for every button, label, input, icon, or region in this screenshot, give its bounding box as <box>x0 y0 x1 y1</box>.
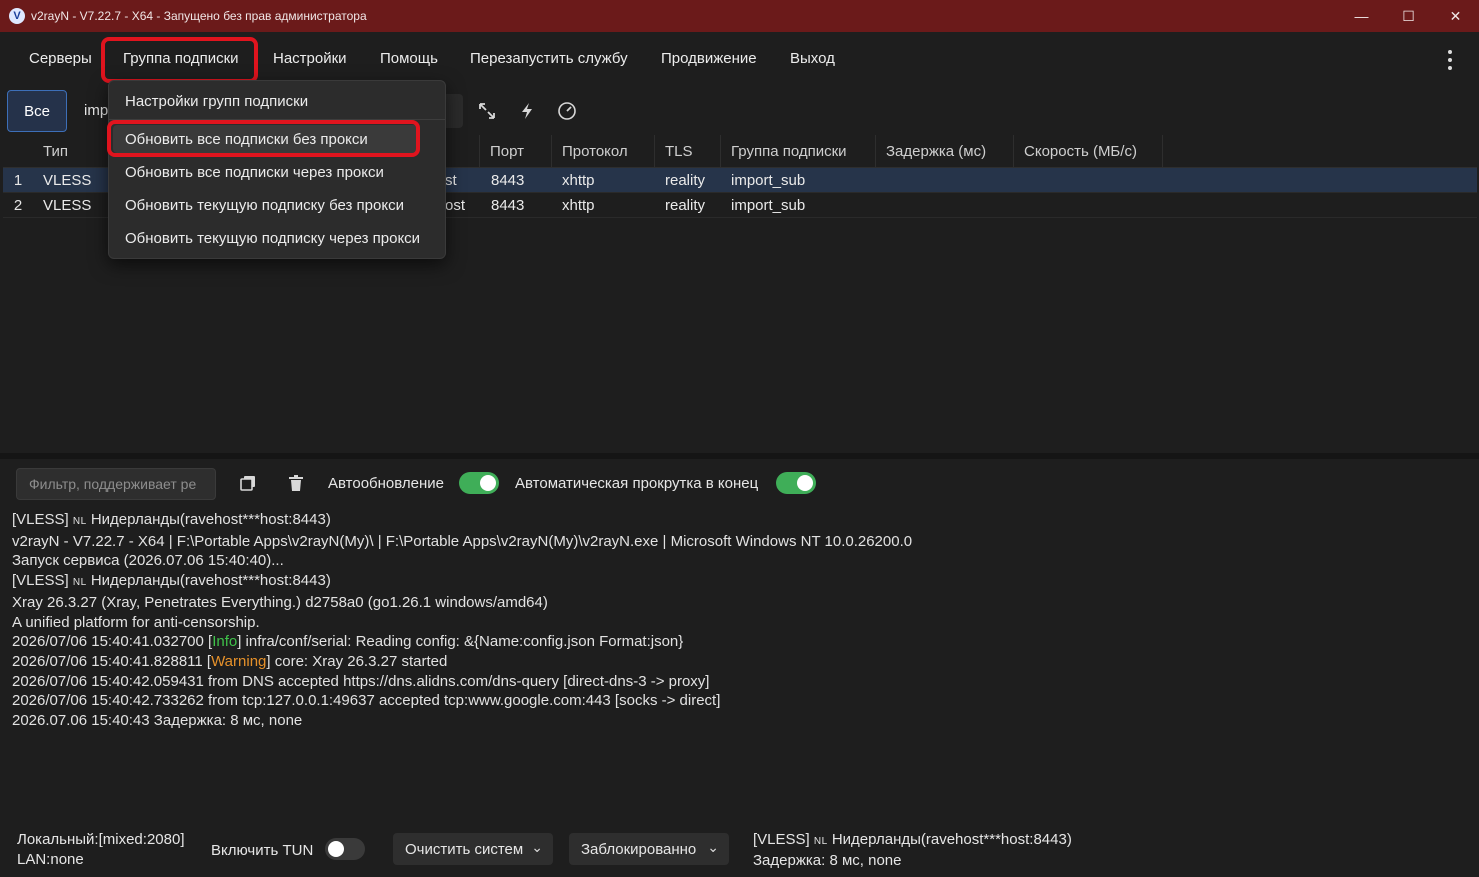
menu-item-update-current-via-proxy[interactable]: Обновить текущую подписку через прокси <box>125 230 420 247</box>
auto-scroll-label: Автоматическая прокрутка в конец <box>515 475 759 492</box>
menu-servers[interactable]: Серверы <box>29 50 92 67</box>
log-line: v2rayN - V7.22.7 - X64 | F:\Portable App… <box>12 532 913 550</box>
log-line: A unified platform for anti-censorship. <box>12 613 260 631</box>
auto-scroll-toggle[interactable] <box>776 472 816 494</box>
v2rayn-logo-icon: V <box>9 8 25 24</box>
column-subscription-group[interactable]: Группа подписки <box>720 135 875 168</box>
tab-import-sub[interactable]: imp <box>84 102 108 119</box>
log-line: 2026/07/06 15:40:42.733262 from tcp:127.… <box>12 692 721 710</box>
menu-settings[interactable]: Настройки <box>273 50 347 67</box>
title-bar: V v2rayN - V7.22.7 - X64 - Запущено без … <box>0 0 1479 32</box>
row-number: 2 <box>13 197 23 214</box>
log-output: [VLESS] NL Нидерланды(ravehost***host:84… <box>12 510 1462 731</box>
cell-type: VLESS <box>43 197 92 214</box>
cell-group: import_sub <box>731 197 806 214</box>
log-line: 2026/07/06 15:40:41.032700 [Info] infra/… <box>12 633 684 651</box>
log-level-warning: Warning <box>211 652 267 670</box>
window-controls: — ☐ ✕ <box>1338 0 1479 32</box>
subscription-group-menu: Настройки групп подписки Обновить все по… <box>108 80 446 259</box>
menu-item-update-all-via-proxy[interactable]: Обновить все подписки через прокси <box>125 164 384 181</box>
menu-restart-service[interactable]: Перезапустить службу <box>470 50 628 67</box>
pane-splitter[interactable] <box>0 453 1479 459</box>
speedometer-icon[interactable] <box>556 100 578 122</box>
latency-status: Задержка: 8 мс, none <box>753 852 902 869</box>
current-server-status: [VLESS] NL Нидерланды(ravehost***host:84… <box>753 831 1072 848</box>
minimize-icon[interactable]: — <box>1338 0 1385 32</box>
cell-tls: reality <box>665 197 706 214</box>
system-proxy-select[interactable]: Очистить систем ⌄ <box>393 833 553 865</box>
log-line: [VLESS] NL Нидерланды(ravehost***host:84… <box>12 511 331 528</box>
chevron-down-icon: ⌄ <box>531 839 543 855</box>
auto-update-toggle[interactable] <box>459 472 499 494</box>
menu-promotion[interactable]: Продвижение <box>661 50 757 67</box>
copy-icon[interactable] <box>237 472 259 494</box>
chevron-down-icon: ⌄ <box>707 839 719 855</box>
routing-select[interactable]: Заблокированно ⌄ <box>569 833 729 865</box>
log-line: Xray 26.3.27 (Xray, Penetrates Everythin… <box>12 593 548 611</box>
cell-type: VLESS <box>43 172 92 189</box>
column-latency[interactable]: Задержка (мс) <box>875 135 1013 168</box>
highlight-frame-menu <box>101 37 258 83</box>
row-number: 1 <box>13 172 23 189</box>
cell-port: 8443 <box>491 172 525 189</box>
cell-protocol: xhttp <box>562 197 595 214</box>
log-line: 2026.07.06 15:40:43 Задержка: 8 мс, none <box>12 712 303 730</box>
cell-group: import_sub <box>731 172 806 189</box>
log-line: 2026/07/06 15:40:41.828811 [Warning] cor… <box>12 652 448 670</box>
all-servers-button[interactable]: Все <box>7 90 67 132</box>
cell-port: 8443 <box>491 197 525 214</box>
menu-item-subscription-settings[interactable]: Настройки групп подписки <box>125 93 308 110</box>
vertical-dots-icon[interactable] <box>1447 50 1453 70</box>
log-line: [VLESS] NL Нидерланды(ravehost***host:84… <box>12 572 331 590</box>
highlight-frame-menu-item <box>107 120 420 157</box>
window-title: v2rayN - V7.22.7 - X64 - Запущено без пр… <box>31 9 367 23</box>
column-tls[interactable]: TLS <box>654 135 720 168</box>
expand-icon[interactable] <box>476 100 498 122</box>
lan-status: LAN:none <box>17 851 84 868</box>
log-toolbar: Фильтр, поддерживает ре Автообновление А… <box>0 460 1479 506</box>
log-line: Запуск сервиса (2026.07.06 15:40:40)... <box>12 552 284 570</box>
status-bar: Локальный:[mixed:2080] LAN:none Включить… <box>0 822 1479 877</box>
log-level-info: Info <box>212 633 238 651</box>
column-port[interactable]: Порт <box>479 135 551 168</box>
menu-item-update-current-no-proxy[interactable]: Обновить текущую подписку без прокси <box>125 197 404 214</box>
maximize-icon[interactable]: ☐ <box>1385 0 1432 32</box>
log-filter-input[interactable]: Фильтр, поддерживает ре <box>16 468 216 500</box>
log-line: 2026/07/06 15:40:42.059431 from DNS acce… <box>12 672 710 690</box>
menu-help[interactable]: Помощь <box>380 50 438 67</box>
cell-tls: reality <box>665 172 706 189</box>
close-icon[interactable]: ✕ <box>1432 0 1479 32</box>
column-speed[interactable]: Скорость (МБ/с) <box>1013 135 1163 168</box>
trash-icon[interactable] <box>285 472 307 494</box>
tun-label: Включить TUN <box>211 842 314 859</box>
lightning-icon[interactable] <box>516 100 538 122</box>
auto-update-label: Автообновление <box>328 475 444 492</box>
cell-protocol: xhttp <box>562 172 595 189</box>
tun-toggle[interactable] <box>325 838 365 860</box>
column-protocol[interactable]: Протокол <box>551 135 654 168</box>
local-port-status: Локальный:[mixed:2080] <box>17 831 185 848</box>
menu-exit[interactable]: Выход <box>790 50 835 67</box>
